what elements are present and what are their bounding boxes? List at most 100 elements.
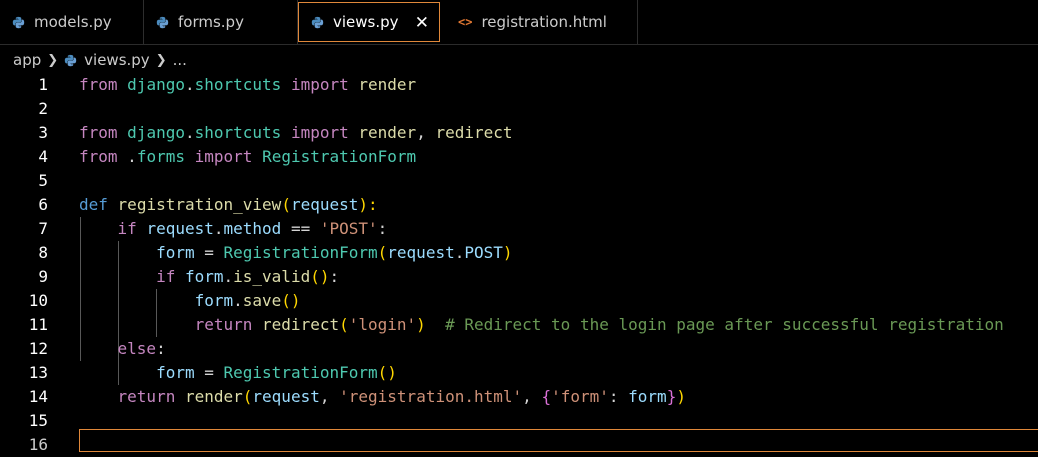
line-number: 14 xyxy=(28,387,48,406)
python-icon xyxy=(64,54,77,66)
code-line: 8 form = RegistrationForm(request.POST) xyxy=(0,241,1038,265)
code-token: ( xyxy=(281,195,291,214)
code-token: = xyxy=(204,243,214,262)
code-token: request xyxy=(252,387,320,406)
code-token: ): xyxy=(358,195,378,214)
code-token: redirect xyxy=(262,315,340,334)
code-token: RegistrationForm xyxy=(223,363,378,382)
code-token: ( xyxy=(377,243,388,262)
code-line: 9 if form.is_valid(): xyxy=(0,265,1038,289)
code-token: 'POST' xyxy=(319,219,378,238)
code-token: ) xyxy=(502,243,513,262)
python-icon xyxy=(311,16,324,28)
line-number: 7 xyxy=(38,219,48,238)
code-token: save xyxy=(242,291,282,310)
code-token: from xyxy=(79,75,118,94)
code-token: import xyxy=(194,147,253,166)
code-token: : xyxy=(329,267,340,286)
code-line: 7 if request.method == 'POST': xyxy=(0,217,1038,241)
code-token: . xyxy=(454,243,465,262)
code-token: import xyxy=(290,123,349,142)
line-number: 16 xyxy=(28,435,48,454)
code-token: . xyxy=(223,267,234,286)
tab-models-py[interactable]: models.py xyxy=(0,0,144,44)
code-token: redirect xyxy=(435,123,513,142)
code-line: 2 xyxy=(0,97,1038,121)
code-token: : xyxy=(156,339,166,358)
code-token: from xyxy=(79,123,118,142)
line-number: 4 xyxy=(38,147,48,166)
current-line-highlight xyxy=(79,429,1038,452)
code-token: ) xyxy=(416,315,426,334)
line-number: 8 xyxy=(38,243,48,262)
line-number: 11 xyxy=(28,315,48,334)
close-icon[interactable]: ✕ xyxy=(415,15,429,32)
code-token: form xyxy=(184,267,224,286)
code-token: def xyxy=(79,195,108,214)
code-token: , xyxy=(522,387,532,406)
code-token: . xyxy=(233,291,243,310)
python-icon xyxy=(156,16,169,28)
code-comment: # Redirect to the login page after succe… xyxy=(445,315,1004,334)
code-token: form xyxy=(156,243,195,262)
chevron-right-icon: ❯ xyxy=(155,52,167,68)
tab-forms-py[interactable]: forms.py xyxy=(144,0,298,44)
tab-registration-html[interactable]: <> registration.html xyxy=(442,0,638,44)
code-token: , xyxy=(319,387,330,406)
code-line: 6 def registration_view(request): xyxy=(0,193,1038,217)
code-token: RegistrationForm xyxy=(262,147,417,166)
code-token: form xyxy=(194,291,234,310)
code-token: form xyxy=(156,363,195,382)
line-number: 6 xyxy=(38,195,48,214)
tab-label: registration.html xyxy=(481,13,607,31)
code-token: django xyxy=(127,75,185,94)
html-icon: <> xyxy=(458,15,473,29)
code-token: else xyxy=(117,339,157,358)
breadcrumb-file[interactable]: views.py xyxy=(84,51,150,69)
code-line: 11 return redirect('login') # Redirect t… xyxy=(0,313,1038,337)
code-line: 3 from django.shortcuts import render, r… xyxy=(0,121,1038,145)
code-token: ( xyxy=(242,387,253,406)
code-token: render xyxy=(358,123,417,142)
code-token: 'login' xyxy=(348,315,417,334)
line-number: 3 xyxy=(38,123,48,142)
tab-bar: models.py forms.py views.py ✕ <> registr… xyxy=(0,0,1038,46)
tab-bar-divider xyxy=(0,44,1038,45)
code-token: from xyxy=(79,147,118,166)
line-number: 5 xyxy=(38,171,48,190)
code-line: 12 else: xyxy=(0,337,1038,361)
code-token: registration_view xyxy=(117,195,282,214)
code-token: . xyxy=(127,147,137,166)
code-token: is_valid xyxy=(233,267,311,286)
code-token: } xyxy=(666,387,677,406)
code-line: 4 from .forms import RegistrationForm xyxy=(0,145,1038,169)
breadcrumb-folder[interactable]: app xyxy=(13,51,41,69)
code-token: () xyxy=(281,291,301,310)
code-token: shortcuts xyxy=(194,75,282,94)
code-editor[interactable]: 1 from django.shortcuts import render 2 … xyxy=(0,73,1038,454)
line-number: 2 xyxy=(38,99,48,118)
line-number: 13 xyxy=(28,363,48,382)
code-line: 1 from django.shortcuts import render xyxy=(0,73,1038,97)
tab-views-py[interactable]: views.py ✕ xyxy=(298,2,440,42)
code-token: { xyxy=(541,387,552,406)
breadcrumb-more[interactable]: ... xyxy=(173,51,187,69)
code-token: : xyxy=(608,387,619,406)
code-line: 13 form = RegistrationForm() xyxy=(0,361,1038,385)
code-line: 14 return render(request, 'registration.… xyxy=(0,385,1038,409)
line-number: 9 xyxy=(38,267,48,286)
code-token: RegistrationForm xyxy=(223,243,378,262)
code-token: : xyxy=(377,219,388,238)
code-token: form xyxy=(628,387,667,406)
code-line: 5 xyxy=(0,169,1038,193)
code-token: forms xyxy=(136,147,185,166)
line-number: 15 xyxy=(28,411,48,430)
chevron-right-icon: ❯ xyxy=(47,52,59,68)
code-token: ) xyxy=(676,387,686,406)
code-token: ( xyxy=(339,315,349,334)
breadcrumb: app ❯ views.py ❯ ... xyxy=(0,47,1038,73)
code-token: = xyxy=(204,363,214,382)
code-token: == xyxy=(290,219,311,238)
code-token: render xyxy=(184,387,243,406)
code-token: request xyxy=(387,243,455,262)
